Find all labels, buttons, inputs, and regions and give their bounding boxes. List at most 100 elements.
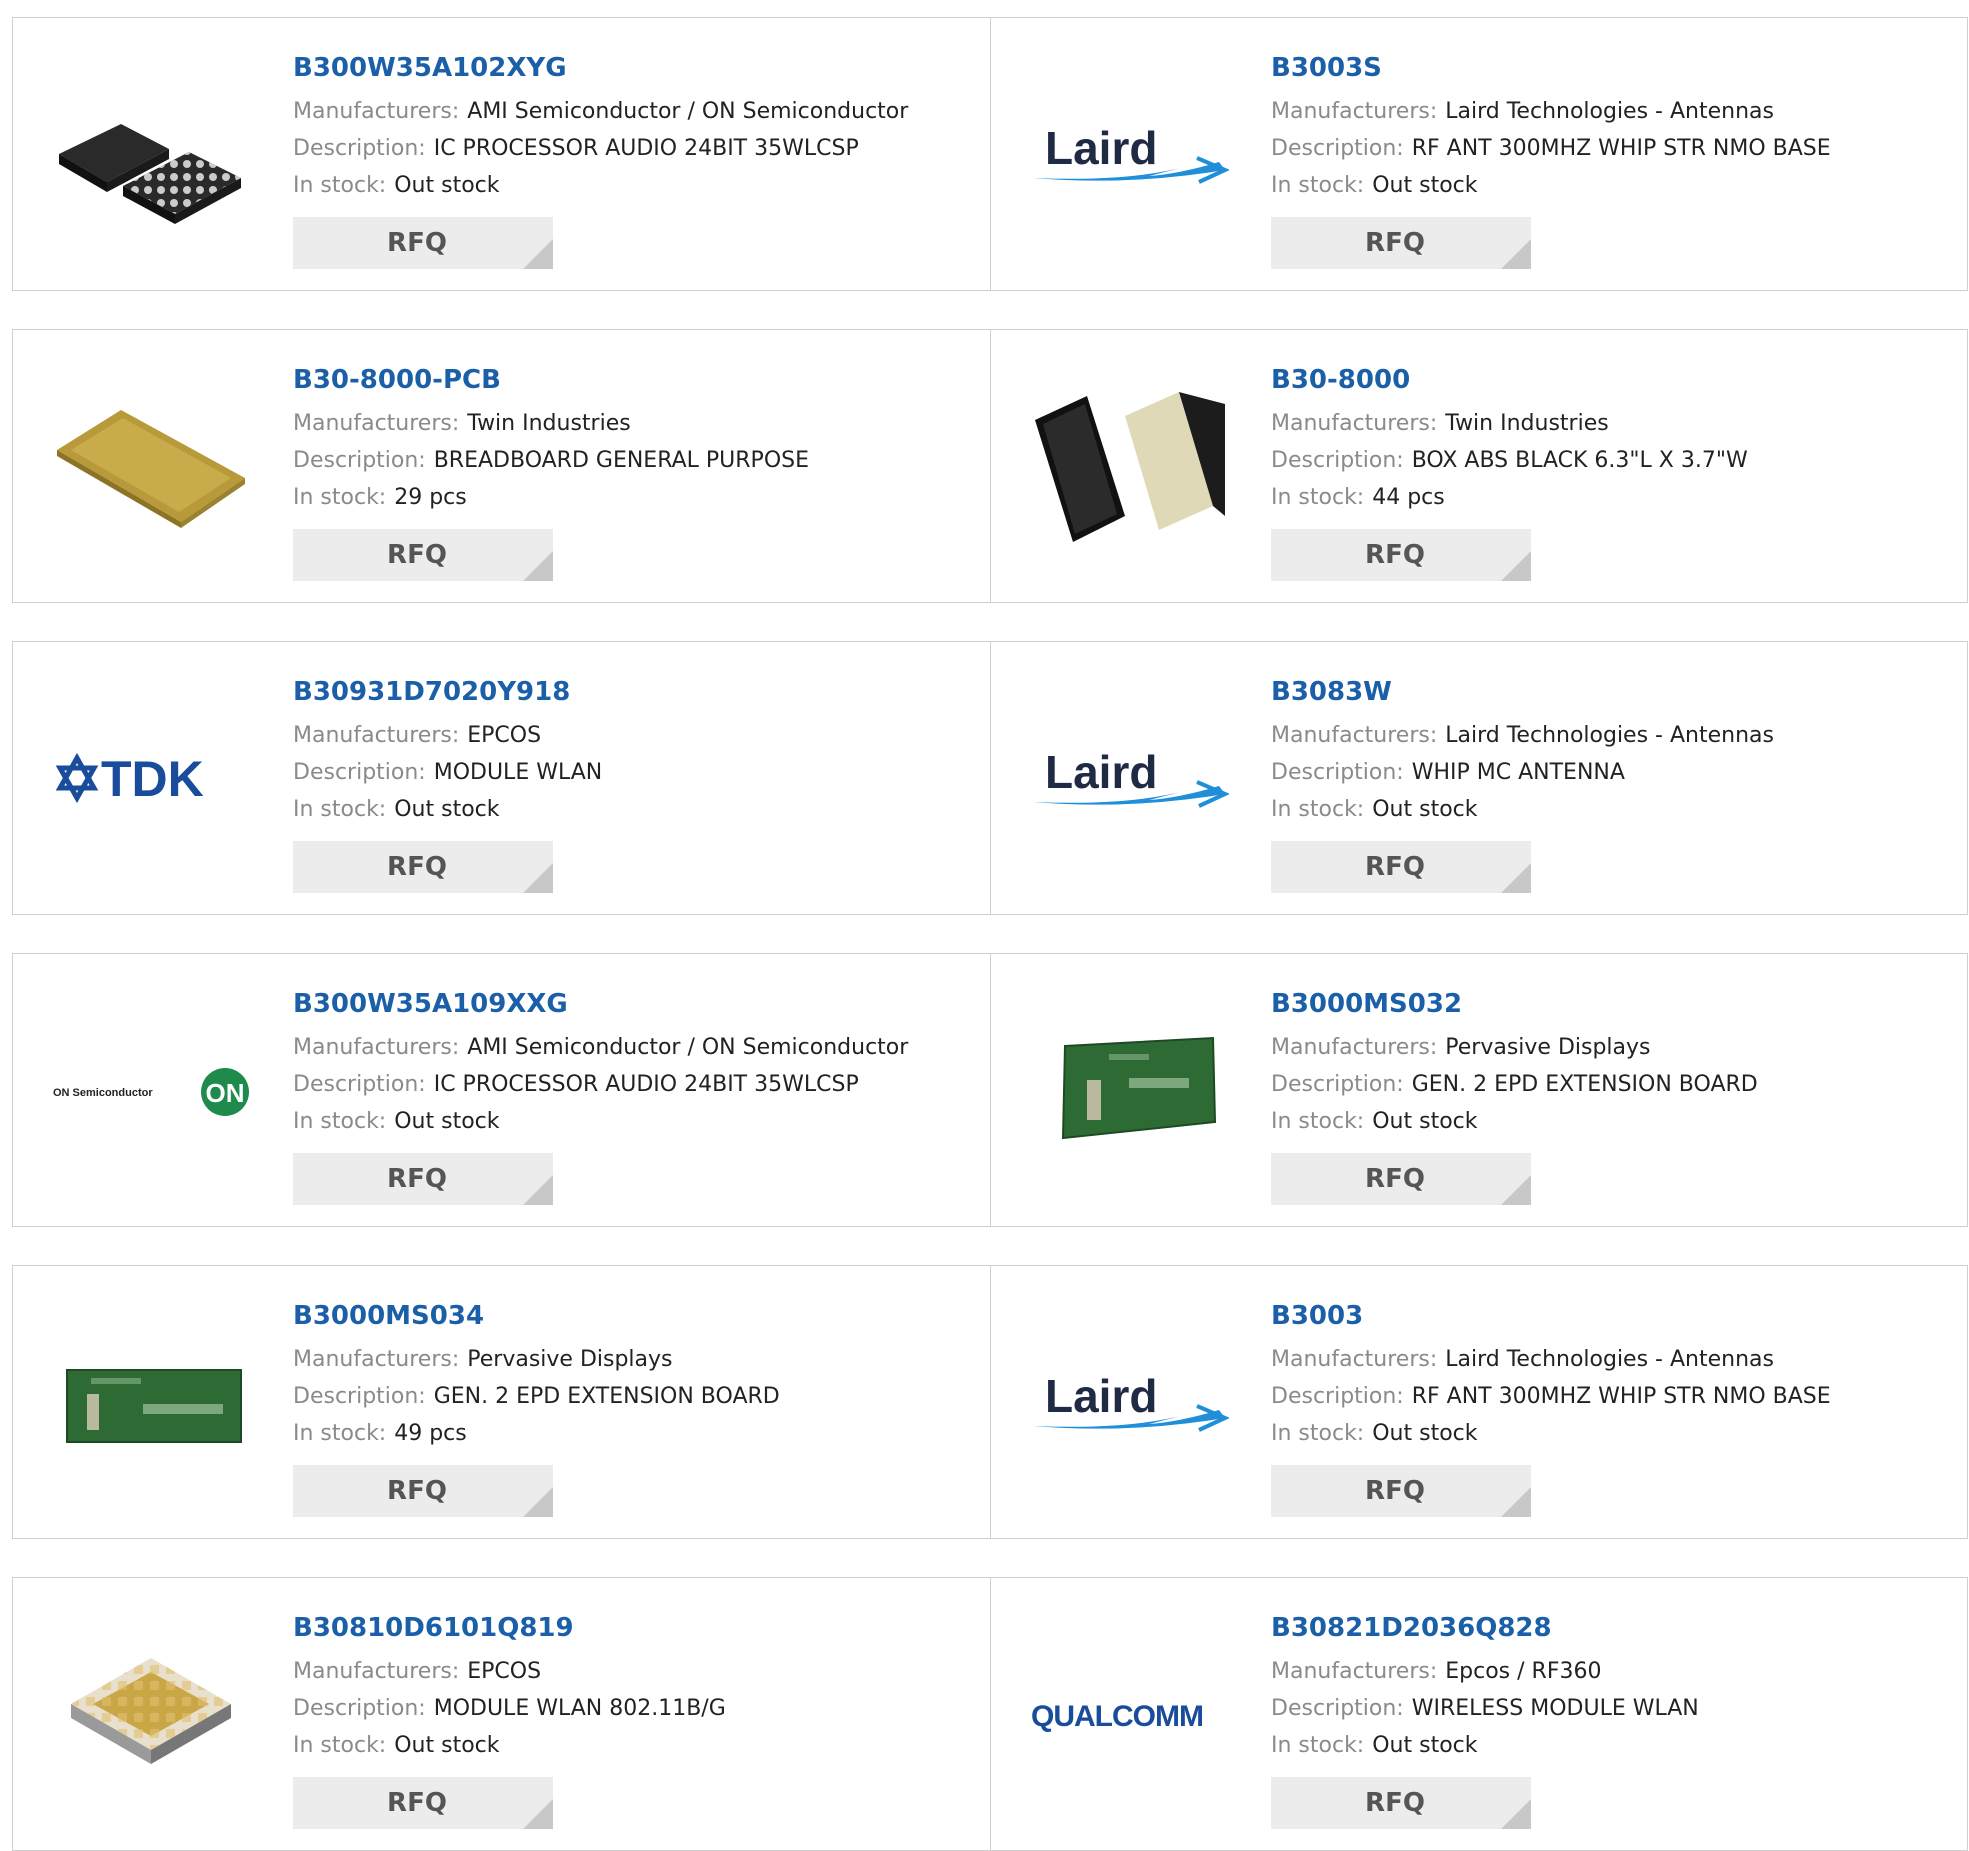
stock-value: 29 pcs (394, 485, 467, 510)
manufacturer-value: EPCOS (467, 1659, 542, 1684)
product-image[interactable]: Laird (1029, 678, 1229, 878)
stock-value: Out stock (1372, 173, 1478, 198)
product-image[interactable] (1029, 990, 1229, 1190)
manufacturer-value: Epcos / RF360 (1445, 1659, 1602, 1684)
description-value: RF ANT 300MHZ WHIP STR NMO BASE (1411, 1384, 1831, 1409)
stock-line: In stock: Out stock (293, 167, 908, 204)
description-line: Description: WIRELESS MODULE WLAN (1271, 1690, 1699, 1727)
part-number-link[interactable]: B30821D2036Q828 (1271, 1608, 1699, 1648)
description-line: Description: IC PROCESSOR AUDIO 24BIT 35W… (293, 130, 908, 167)
manufacturer-line: Manufacturers: AMI Semiconductor / ON Sem… (293, 93, 908, 130)
description-value: BOX ABS BLACK 6.3"L X 3.7"W (1411, 448, 1748, 473)
description-value: WIRELESS MODULE WLAN (1411, 1696, 1699, 1721)
rfq-button[interactable]: RFQ (1271, 1465, 1531, 1517)
part-number-link[interactable]: B30-8000-PCB (293, 360, 809, 400)
part-number-link[interactable]: B3003S (1271, 48, 1831, 88)
manufacturer-label: Manufacturers: (293, 99, 460, 124)
part-number-link[interactable]: B3000MS032 (1271, 984, 1758, 1024)
manufacturer-line: Manufacturers: Twin Industries (293, 405, 809, 442)
stock-line: In stock: Out stock (1271, 1103, 1758, 1140)
rfq-label: RFQ (387, 228, 447, 258)
rfq-label: RFQ (387, 1788, 447, 1818)
product-image[interactable] (51, 54, 251, 254)
rfq-label: RFQ (1365, 1476, 1425, 1506)
manufacturer-line: Manufacturers: EPCOS (293, 1653, 726, 1690)
manufacturer-value: AMI Semiconductor / ON Semiconductor (467, 99, 909, 124)
stock-label: In stock: (1271, 797, 1365, 822)
description-line: Description: BOX ABS BLACK 6.3"L X 3.7"W (1271, 442, 1748, 479)
product-image[interactable] (51, 1614, 251, 1814)
product-card: Laird B3083W Manufacturers: Laird Technol… (990, 642, 1967, 914)
manufacturer-value: AMI Semiconductor / ON Semiconductor (467, 1035, 909, 1060)
manufacturer-value: Twin Industries (467, 411, 631, 436)
manufacturer-label: Manufacturers: (293, 723, 460, 748)
manufacturer-line: Manufacturers: Twin Industries (1271, 405, 1748, 442)
rfq-button[interactable]: RFQ (1271, 217, 1531, 269)
stock-line: In stock: Out stock (293, 791, 602, 828)
product-card: QUALCOMM B30821D2036Q828 Manufacturers: E… (990, 1578, 1967, 1850)
description-label: Description: (293, 1072, 426, 1097)
rfq-button[interactable]: RFQ (1271, 529, 1531, 581)
product-image[interactable] (1029, 366, 1229, 566)
description-label: Description: (293, 760, 426, 785)
stock-label: In stock: (293, 485, 387, 510)
description-label: Description: (1271, 1384, 1404, 1409)
product-image[interactable]: Laird (1029, 54, 1229, 254)
manufacturer-label: Manufacturers: (1271, 1035, 1438, 1060)
qualcomm-logo-text: QUALCOMM (1031, 1700, 1203, 1733)
rfq-button[interactable]: RFQ (293, 1153, 553, 1205)
rfq-button[interactable]: RFQ (293, 841, 553, 893)
part-number-link[interactable]: B30931D7020Y918 (293, 672, 602, 712)
part-number-link[interactable]: B300W35A109XXG (293, 984, 908, 1024)
manufacturer-label: Manufacturers: (293, 1347, 460, 1372)
stock-label: In stock: (1271, 485, 1365, 510)
stock-line: In stock: 44 pcs (1271, 479, 1748, 516)
description-value: MODULE WLAN 802.11B/G (433, 1696, 726, 1721)
product-card: B300W35A102XYG Manufacturers: AMI Semicon… (13, 18, 990, 290)
product-image[interactable] (51, 1302, 251, 1502)
part-number-link[interactable]: B3000MS034 (293, 1296, 780, 1336)
description-label: Description: (1271, 1072, 1404, 1097)
stock-line: In stock: 49 pcs (293, 1415, 780, 1452)
manufacturer-line: Manufacturers: Pervasive Displays (293, 1341, 780, 1378)
stock-value: Out stock (394, 1733, 500, 1758)
part-number-link[interactable]: B30810D6101Q819 (293, 1608, 726, 1648)
part-number-link[interactable]: B30-8000 (1271, 360, 1748, 400)
stock-line: In stock: Out stock (1271, 1415, 1831, 1452)
product-row: TDK B30931D7020Y918 Manufacturers: EPCOS … (12, 641, 1968, 915)
tdk-logo-text: TDK (101, 751, 204, 807)
product-image[interactable]: ON Semiconductor ON (51, 990, 251, 1190)
product-card: B30-8000-PCB Manufacturers: Twin Industri… (13, 330, 990, 602)
rfq-button[interactable]: RFQ (293, 1465, 553, 1517)
manufacturer-label: Manufacturers: (293, 411, 460, 436)
manufacturer-label: Manufacturers: (1271, 1347, 1438, 1372)
description-line: Description: MODULE WLAN (293, 754, 602, 791)
manufacturer-line: Manufacturers: Pervasive Displays (1271, 1029, 1758, 1066)
manufacturer-line: Manufacturers: Laird Technologies - Anten… (1271, 717, 1774, 754)
description-label: Description: (1271, 136, 1404, 161)
stock-line: In stock: 29 pcs (293, 479, 809, 516)
rfq-label: RFQ (1365, 228, 1425, 258)
part-number-link[interactable]: B300W35A102XYG (293, 48, 908, 88)
product-image[interactable]: Laird (1029, 1302, 1229, 1502)
stock-value: Out stock (394, 173, 500, 198)
product-image[interactable]: QUALCOMM (1029, 1614, 1229, 1814)
rfq-button[interactable]: RFQ (1271, 841, 1531, 893)
description-line: Description: RF ANT 300MHZ WHIP STR NMO B… (1271, 1378, 1831, 1415)
rfq-button[interactable]: RFQ (293, 529, 553, 581)
part-number-link[interactable]: B3003 (1271, 1296, 1831, 1336)
product-image[interactable]: TDK (51, 678, 251, 878)
rfq-button[interactable]: RFQ (1271, 1777, 1531, 1829)
description-value: IC PROCESSOR AUDIO 24BIT 35WLCSP (433, 136, 859, 161)
part-number-link[interactable]: B3083W (1271, 672, 1774, 712)
rfq-button[interactable]: RFQ (293, 217, 553, 269)
rfq-label: RFQ (387, 1164, 447, 1194)
rfq-button[interactable]: RFQ (293, 1777, 553, 1829)
manufacturer-label: Manufacturers: (293, 1659, 460, 1684)
product-card: ON Semiconductor ON B300W35A109XXG Manuf… (13, 954, 990, 1226)
rfq-button[interactable]: RFQ (1271, 1153, 1531, 1205)
stock-line: In stock: Out stock (293, 1727, 726, 1764)
on-badge-text: ON (206, 1078, 245, 1108)
stock-label: In stock: (1271, 1733, 1365, 1758)
product-image[interactable] (51, 366, 251, 566)
